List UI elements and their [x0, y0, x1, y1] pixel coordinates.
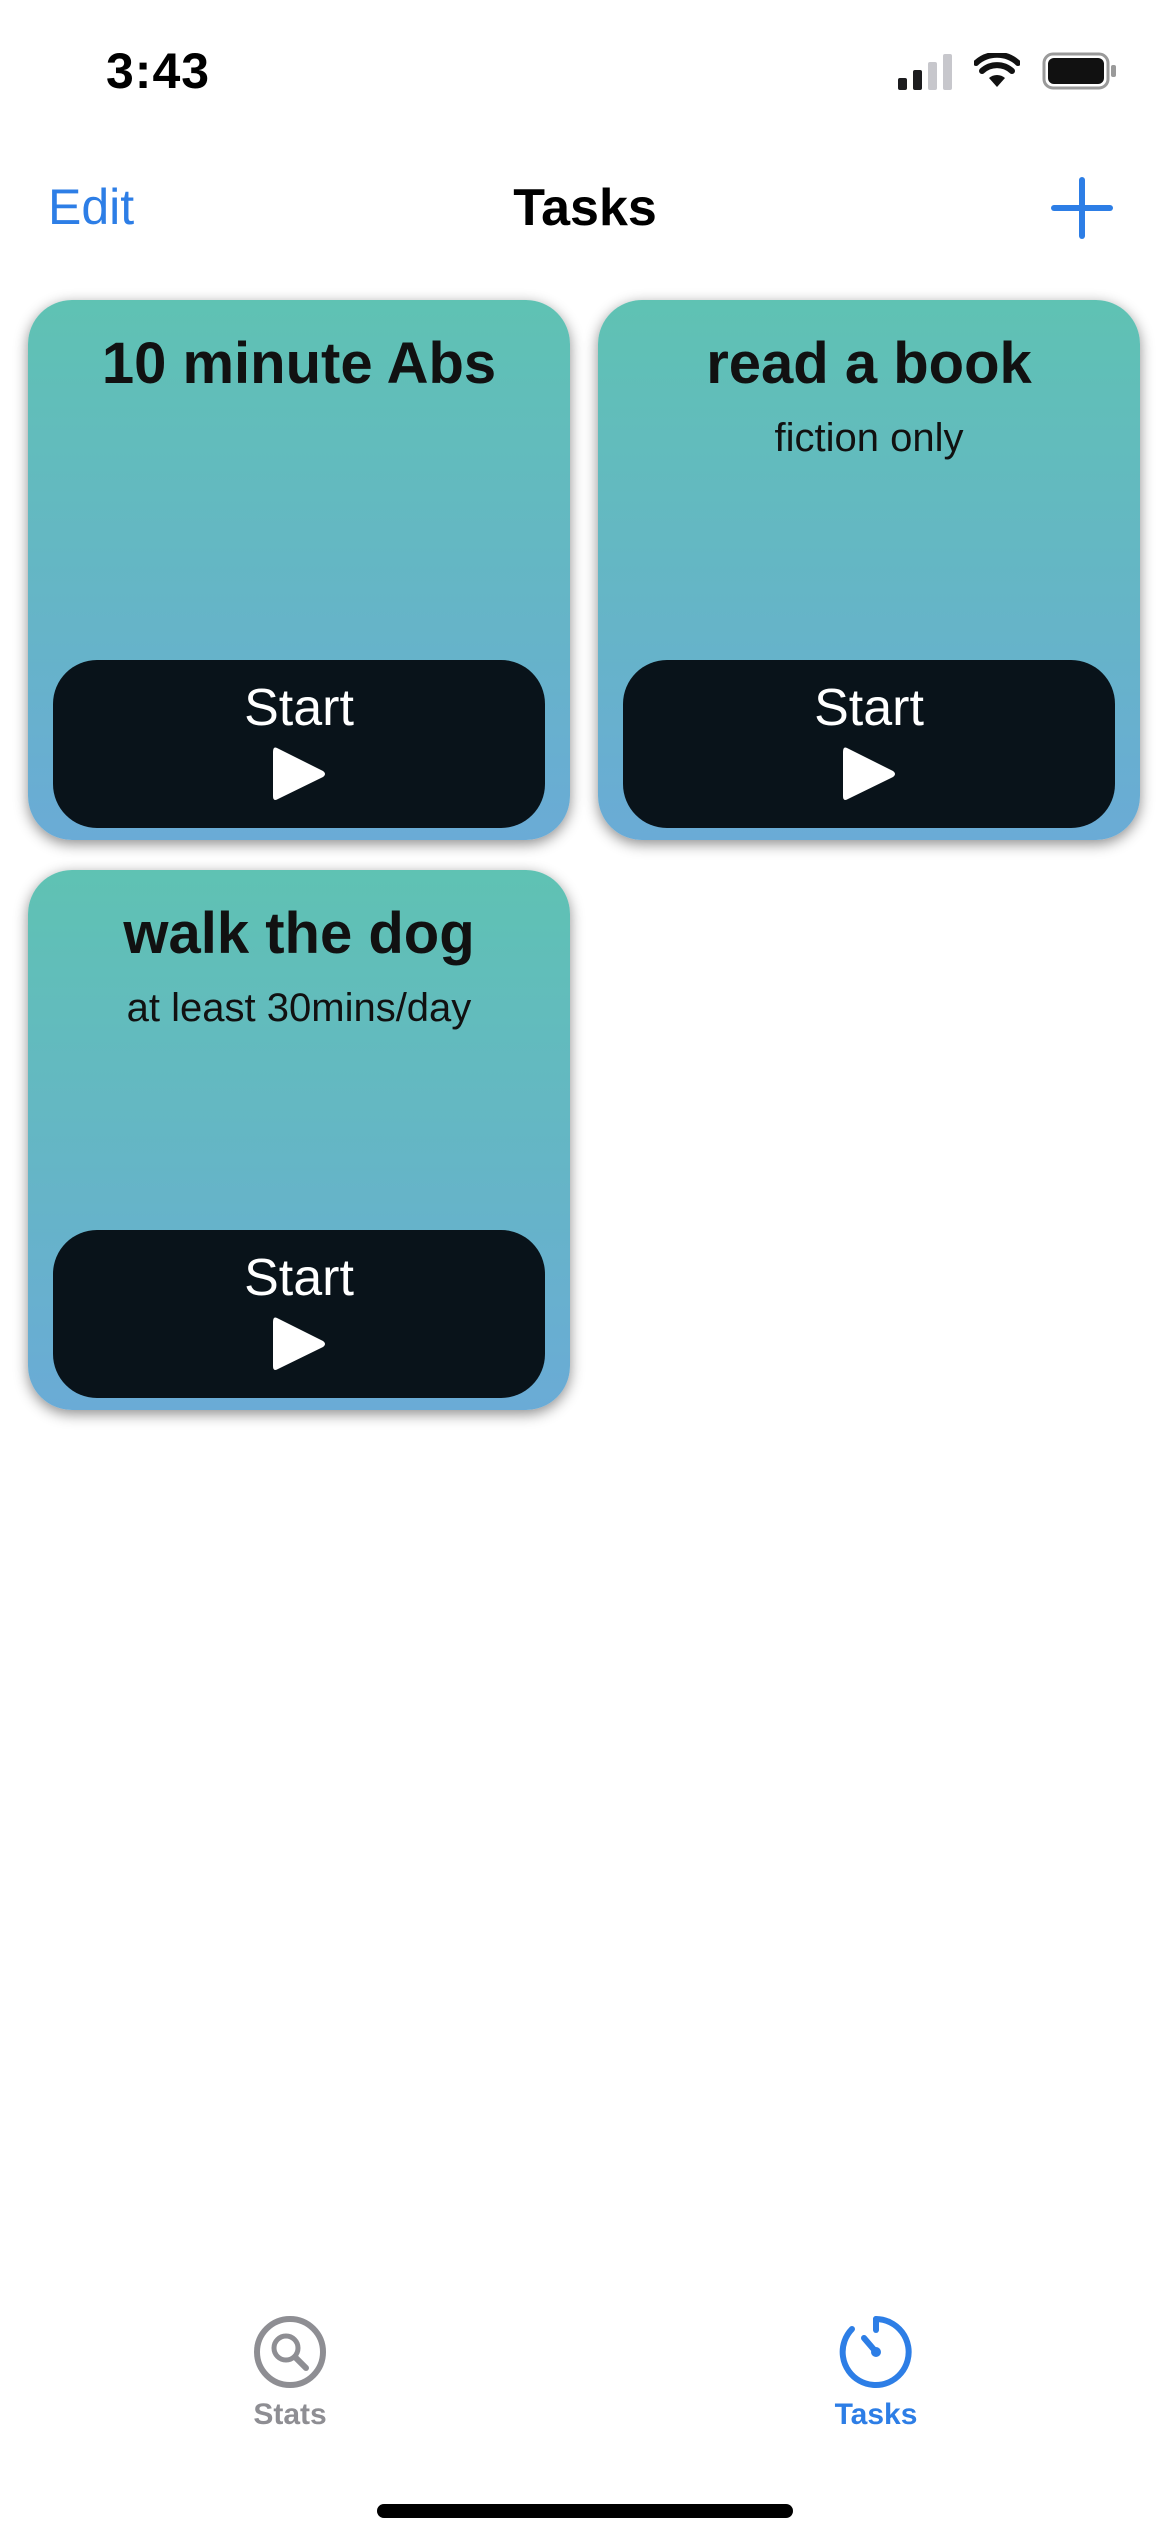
task-title: 10 minute Abs — [101, 331, 497, 396]
task-title: walk the dog — [123, 901, 475, 966]
timer-icon — [839, 2316, 912, 2388]
task-title: read a book — [706, 331, 1032, 396]
screen: 3:43 Edit Tasks 10 minute Abs Start read… — [0, 0, 1170, 2532]
cellular-signal-icon — [898, 52, 952, 90]
add-task-button[interactable] — [1050, 176, 1114, 240]
task-subtitle: at least 30mins/day — [126, 986, 472, 1030]
tab-tasks[interactable]: Tasks — [746, 2314, 1006, 2432]
status-bar: 3:43 — [0, 0, 1170, 150]
start-label: Start — [244, 679, 354, 737]
tab-stats[interactable]: Stats — [160, 2314, 420, 2432]
wifi-icon — [974, 53, 1020, 87]
task-subtitle: fiction only — [774, 416, 964, 460]
home-indicator[interactable] — [377, 2504, 793, 2518]
status-time: 3:43 — [106, 43, 211, 99]
page-title: Tasks — [513, 179, 657, 237]
magnifier-icon — [254, 2316, 326, 2388]
start-button[interactable]: Start — [53, 660, 545, 828]
task-card: read a book fiction only Start — [598, 300, 1140, 840]
play-icon — [843, 747, 895, 800]
task-card: 10 minute Abs Start — [28, 300, 570, 840]
tab-bar: Stats Tasks — [0, 2272, 1170, 2532]
play-icon — [273, 1317, 325, 1370]
start-button[interactable]: Start — [53, 1230, 545, 1398]
navigation-bar: Edit Tasks — [0, 150, 1170, 270]
start-label: Start — [814, 679, 924, 737]
start-label: Start — [244, 1249, 354, 1307]
battery-icon — [1042, 52, 1116, 90]
status-icons — [898, 52, 1118, 90]
tab-label: Tasks — [834, 2398, 918, 2431]
plus-icon — [1051, 177, 1113, 239]
play-icon — [273, 747, 325, 800]
start-button[interactable]: Start — [623, 660, 1115, 828]
task-card: walk the dog at least 30mins/day Start — [28, 870, 570, 1410]
tab-label: Stats — [253, 2398, 327, 2431]
